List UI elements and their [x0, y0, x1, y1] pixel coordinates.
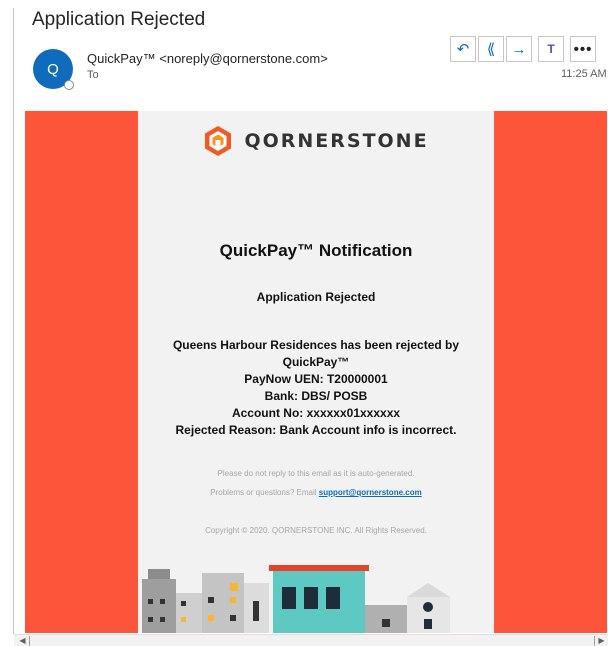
email-body: QORNERSTONE QuickPay™ Notification Appli…	[25, 111, 607, 633]
presence-indicator	[64, 80, 74, 90]
copyright-text: Copyright © 2020. QORNERSTONE INC. All R…	[205, 526, 427, 535]
forward-button[interactable]: →	[506, 36, 532, 62]
rejection-details: Queens Harbour Residences has been rejec…	[138, 337, 494, 439]
detail-line: Account No: xxxxxx01xxxxxx	[231, 406, 401, 420]
support-line: Problems or questions? Email support@qor…	[138, 488, 494, 497]
reply-button[interactable]: ↶	[450, 36, 476, 62]
detail-line: Queens Harbour Residences has been rejec…	[172, 338, 460, 352]
detail-line: QuickPay™	[282, 355, 350, 369]
scroll-left-icon[interactable]: ◀	[16, 636, 30, 646]
teams-icon: T	[547, 42, 555, 56]
support-question: Problems or questions? Email	[210, 488, 319, 497]
application-status: Application Rejected	[256, 290, 376, 304]
brand-name: QORNERSTONE	[244, 130, 429, 152]
reply-all-icon: ⟪	[486, 41, 496, 58]
reply-all-button[interactable]: ⟪	[478, 36, 504, 62]
city-skyline-illustration	[142, 565, 450, 633]
scroll-right-icon[interactable]: ▶	[594, 636, 608, 646]
more-actions-button[interactable]: •••	[570, 36, 596, 62]
email-card: QORNERSTONE QuickPay™ Notification Appli…	[138, 111, 494, 633]
notification-title: QuickPay™ Notification	[219, 241, 413, 260]
received-time: 11:25 AM	[561, 68, 607, 80]
detail-line: PayNow UEN: T20000001	[244, 372, 388, 386]
more-icon: •••	[573, 40, 593, 58]
avatar-initial: Q	[47, 60, 59, 78]
qornerstone-logo-icon	[205, 126, 232, 156]
horizontal-scrollbar[interactable]	[14, 634, 608, 646]
email-subject: Application Rejected	[32, 9, 206, 30]
recipient-to-label[interactable]: To	[87, 69, 99, 81]
teams-button[interactable]: T	[538, 36, 564, 62]
forward-icon: →	[511, 40, 527, 58]
brand-logo: QORNERSTONE	[138, 125, 494, 157]
support-email-link[interactable]: support@qornerstone.com	[319, 488, 422, 497]
reading-pane-border	[13, 8, 14, 634]
sender-name[interactable]: QuickPay™ <noreply@qornerstone.com>	[87, 51, 328, 66]
reply-icon: ↶	[456, 41, 470, 58]
detail-line: Bank: DBS/ POSB	[264, 389, 368, 403]
detail-line: Rejected Reason: Bank Account info is in…	[175, 423, 457, 437]
message-actions: ↶ ⟪ → T •••	[450, 36, 598, 62]
no-reply-note: Please do not reply to this email as it …	[217, 469, 415, 478]
